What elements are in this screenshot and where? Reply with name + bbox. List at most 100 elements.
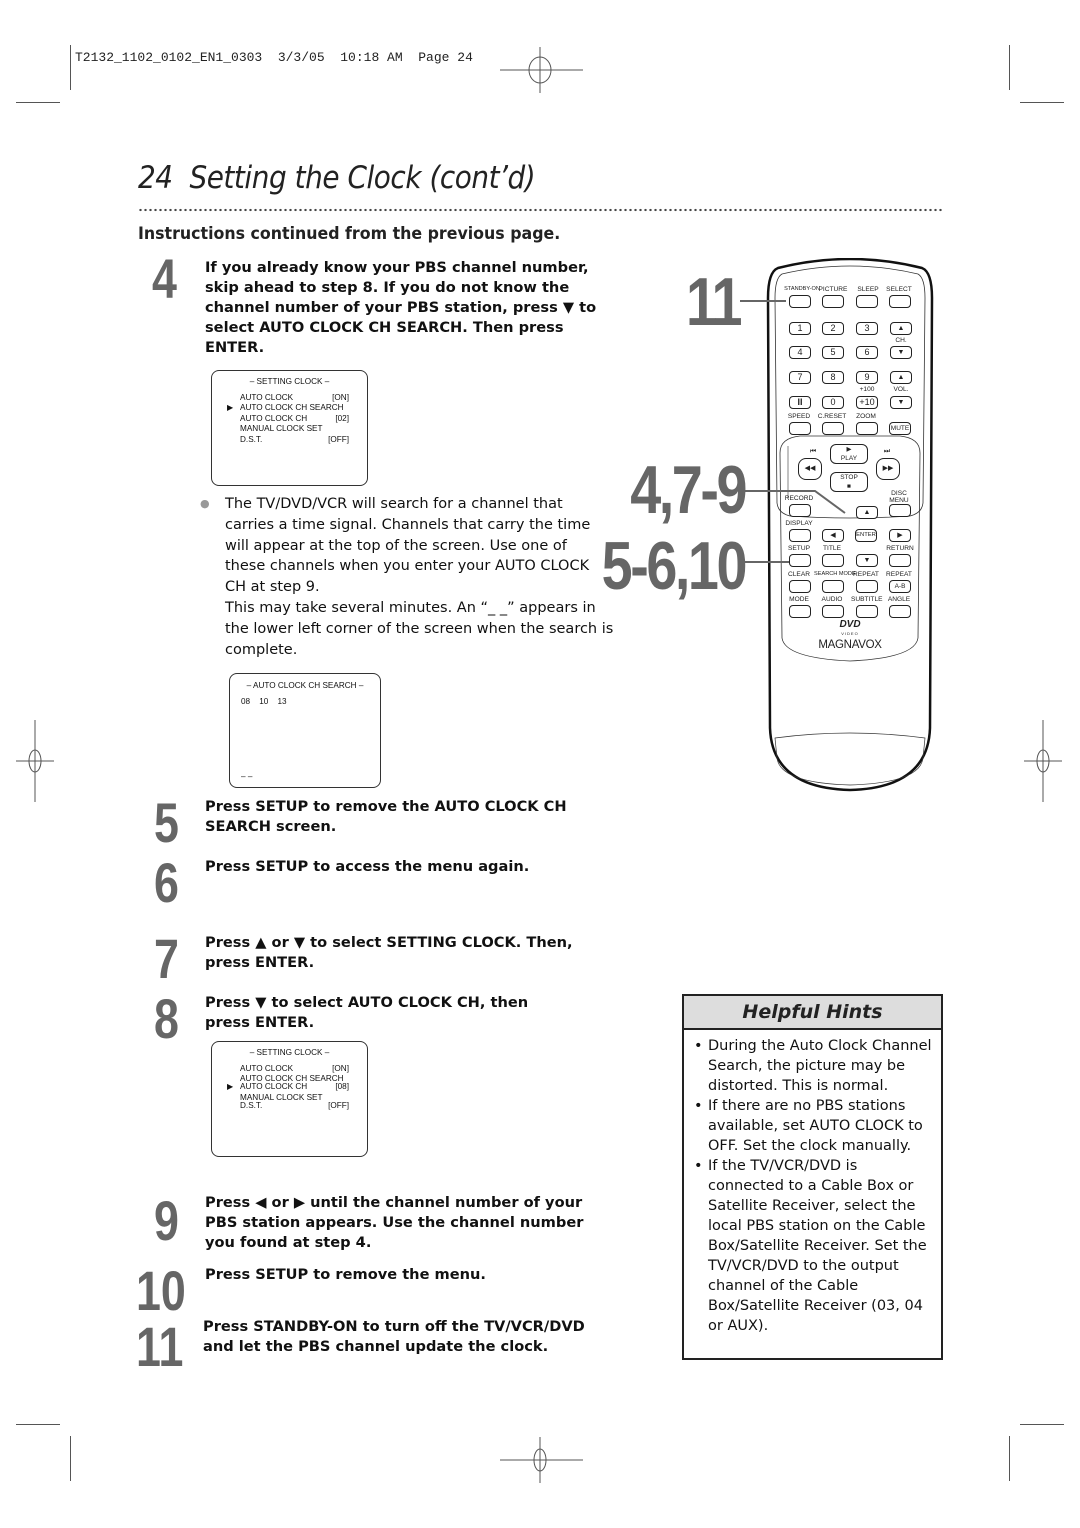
digit-2-button[interactable]: 2 bbox=[822, 322, 844, 335]
hint-item: • If the TV/VCR/DVD is connected to a Cab… bbox=[694, 1158, 927, 1334]
disc-menu-button[interactable] bbox=[889, 504, 911, 517]
picture-button[interactable] bbox=[822, 295, 844, 308]
plus10-button[interactable]: +10 bbox=[856, 396, 878, 409]
mute-button[interactable]: MUTE bbox=[889, 422, 911, 435]
osd-row: AUTO CLOCK [ON] bbox=[240, 392, 349, 402]
osd-title: – AUTO CLOCK CH SEARCH – bbox=[246, 681, 364, 690]
step-number: 6 bbox=[154, 851, 179, 914]
zoom-button[interactable] bbox=[856, 422, 878, 435]
digit-7-button[interactable]: 7 bbox=[789, 371, 811, 384]
osd-auto-clock-ch-search: – AUTO CLOCK CH SEARCH – 08 10 13 – – bbox=[229, 673, 381, 788]
page-number: 24 bbox=[138, 160, 173, 196]
label-mode: MODE bbox=[789, 596, 809, 603]
step-number: 10 bbox=[136, 1259, 186, 1322]
dvd-video-label: VIDEO bbox=[841, 631, 859, 636]
osd-row: MANUAL CLOCK SET bbox=[240, 424, 323, 433]
play-button[interactable]: ▶ PLAY bbox=[830, 444, 868, 464]
label-return: RETURN bbox=[886, 545, 914, 552]
angle-button[interactable] bbox=[889, 605, 911, 618]
label-picture: PICTURE bbox=[818, 286, 848, 293]
display-button[interactable] bbox=[789, 529, 811, 542]
registration-mark-right bbox=[1024, 720, 1062, 802]
up-arrow-button[interactable]: ▲ bbox=[856, 506, 878, 519]
channel-up-button[interactable]: ▲ bbox=[890, 322, 912, 335]
stop-button[interactable]: STOP ■ bbox=[830, 472, 868, 492]
step-number: 11 bbox=[136, 1315, 184, 1378]
label-standby-on: STANDBY-ON bbox=[784, 286, 820, 292]
sleep-button[interactable] bbox=[856, 295, 878, 308]
step-number: 7 bbox=[154, 927, 179, 990]
label-disc-menu: DISC MENU bbox=[889, 490, 909, 504]
digit-9-button[interactable]: 9 bbox=[856, 371, 878, 384]
crop-mark bbox=[16, 1424, 60, 1425]
mode-button[interactable] bbox=[789, 605, 811, 618]
label-sleep: SLEEP bbox=[857, 286, 879, 293]
standby-on-button[interactable] bbox=[789, 295, 811, 308]
speed-button[interactable] bbox=[789, 422, 811, 435]
label-plus100: +100 bbox=[859, 386, 875, 393]
digit-0-button[interactable]: 0 bbox=[822, 396, 844, 409]
digit-5-button[interactable]: 5 bbox=[822, 346, 844, 359]
clear-button[interactable] bbox=[789, 580, 811, 593]
note-bullet-icon: ● bbox=[200, 497, 210, 510]
rewind-button[interactable]: ◀◀ bbox=[798, 458, 822, 480]
crop-mark bbox=[1009, 1436, 1010, 1481]
label-angle: ANGLE bbox=[887, 596, 911, 603]
osd-row: D.S.T. [OFF] bbox=[240, 434, 349, 444]
search-mode-button[interactable] bbox=[822, 580, 844, 593]
note-paragraph: This may take several minutes. An “_ _” … bbox=[225, 600, 614, 658]
label-audio: AUDIO bbox=[821, 596, 843, 603]
return-button[interactable] bbox=[889, 554, 911, 567]
digit-1-button[interactable]: 1 bbox=[789, 322, 811, 335]
volume-down-button[interactable]: ▼ bbox=[890, 396, 912, 409]
subtitle-button[interactable] bbox=[856, 605, 878, 618]
registration-mark-bottom bbox=[500, 1437, 583, 1483]
select-button[interactable] bbox=[889, 295, 911, 308]
digit-4-button[interactable]: 4 bbox=[789, 346, 811, 359]
osd-channel-list: 08 10 13 bbox=[241, 696, 287, 706]
repeat-ab-button[interactable]: A-B bbox=[889, 580, 911, 593]
step-text: If you already know your PBS channel num… bbox=[205, 259, 597, 356]
osd-setting-clock: – SETTING CLOCK – AUTO CLOCK [ON] ▶ AUTO C… bbox=[211, 370, 368, 486]
skip-back-icon: ⏮ bbox=[809, 448, 817, 455]
audio-button[interactable] bbox=[822, 605, 844, 618]
digit-6-button[interactable]: 6 bbox=[856, 346, 878, 359]
skip-forward-icon: ⏭ bbox=[883, 448, 891, 455]
pause-button[interactable]: II bbox=[789, 396, 811, 409]
osd-title: – SETTING CLOCK – bbox=[249, 377, 330, 386]
step-text: Press ▼ to select AUTO CLOCK CH, then pr… bbox=[205, 994, 529, 1031]
title-text: Setting the Clock (cont’d) bbox=[189, 160, 536, 196]
repeat-button[interactable] bbox=[856, 580, 878, 593]
label-c-reset: C.RESET bbox=[817, 413, 847, 420]
label-setup: SETUP bbox=[788, 545, 810, 552]
fast-forward-button[interactable]: ▶▶ bbox=[876, 458, 900, 480]
page-title: 24 Setting the Clock (cont’d) bbox=[138, 160, 536, 196]
digit-8-button[interactable]: 8 bbox=[822, 371, 844, 384]
left-arrow-button[interactable]: ◀ bbox=[822, 529, 844, 542]
osd-row: AUTO CLOCK CH [02] bbox=[240, 413, 349, 423]
digit-3-button[interactable]: 3 bbox=[856, 322, 878, 335]
setup-button[interactable] bbox=[789, 554, 811, 567]
enter-button[interactable]: ENTER bbox=[855, 529, 877, 542]
helpful-hints-title: Helpful Hints bbox=[684, 996, 941, 1030]
volume-up-button[interactable]: ▲ bbox=[890, 371, 912, 384]
label-search-mode: SEARCH MODE bbox=[814, 571, 856, 577]
title-button[interactable] bbox=[822, 554, 844, 567]
step-number: 4 bbox=[152, 247, 177, 310]
channel-down-button[interactable]: ▼ bbox=[890, 346, 912, 359]
step-text: Press STANDBY-ON to turn off the TV/VCR/… bbox=[203, 1318, 585, 1355]
osd-title: – SETTING CLOCK – bbox=[249, 1048, 330, 1057]
hint-item: • During the Auto Clock Channel Search, t… bbox=[694, 1038, 932, 1094]
down-arrow-button[interactable]: ▼ bbox=[856, 554, 878, 567]
label-title: TITLE bbox=[823, 545, 841, 552]
right-arrow-button[interactable]: ▶ bbox=[889, 529, 911, 542]
callout-arrow-keys: 4,7-9 bbox=[630, 452, 747, 528]
label-display: DISPLAY bbox=[785, 520, 813, 527]
cursor-arrow-icon: ▶ bbox=[227, 1082, 234, 1091]
step-number: 5 bbox=[154, 791, 179, 854]
record-button[interactable] bbox=[789, 504, 811, 517]
osd-row: D.S.T. [OFF] bbox=[240, 1100, 349, 1110]
c-reset-button[interactable] bbox=[822, 422, 844, 435]
hints-list: • During the Auto Clock Channel Search, t… bbox=[684, 1036, 941, 1336]
label-zoom: ZOOM bbox=[856, 413, 876, 420]
